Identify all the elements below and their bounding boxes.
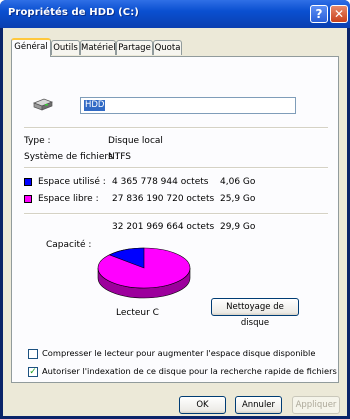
general-panel: HDD Type : Disque local Système de fichi… bbox=[11, 56, 339, 383]
used-space-bytes: 4 365 778 944 octets bbox=[112, 177, 209, 187]
compress-checkbox[interactable] bbox=[28, 349, 38, 359]
filesystem-label: Système de fichiers : bbox=[24, 152, 119, 162]
index-checkbox[interactable]: ✓ bbox=[28, 367, 38, 377]
filesystem-value: NTFS bbox=[108, 152, 131, 162]
tab-hardware[interactable]: Matériel bbox=[80, 40, 116, 55]
index-label: Autoriser l'indexation de ce disque pour… bbox=[42, 366, 337, 376]
tab-quota[interactable]: Quota bbox=[153, 40, 182, 55]
divider bbox=[24, 127, 328, 129]
type-label: Type : bbox=[24, 136, 51, 146]
disk-cleanup-button[interactable]: Nettoyage de disque bbox=[211, 298, 299, 328]
free-space-swatch bbox=[24, 195, 32, 203]
apply-button[interactable]: Appliquer bbox=[292, 396, 340, 414]
close-icon[interactable]: ✕ bbox=[330, 5, 348, 23]
drive-name-input[interactable]: HDD bbox=[80, 97, 296, 114]
divider bbox=[24, 213, 328, 215]
divider bbox=[24, 167, 328, 169]
capacity-size: 29,9 Go bbox=[220, 222, 256, 232]
tab-general[interactable]: Général bbox=[11, 38, 51, 57]
dialog-client: Général Outils Matériel Partage Quota HD… bbox=[3, 28, 347, 416]
drive-name-value: HDD bbox=[84, 100, 106, 111]
capacity-bytes: 32 201 969 664 octets bbox=[112, 222, 215, 232]
capacity-pie-chart bbox=[97, 247, 191, 299]
used-space-label: Espace utilisé : bbox=[38, 177, 106, 187]
cancel-button[interactable]: Annuler bbox=[235, 396, 282, 414]
title-bar[interactable]: Propriétés de HDD (C:) ? ✕ bbox=[0, 0, 350, 28]
type-value: Disque local bbox=[108, 136, 163, 146]
capacity-label: Capacité : bbox=[46, 240, 92, 250]
help-icon[interactable]: ? bbox=[310, 5, 328, 23]
used-space-swatch bbox=[24, 178, 32, 186]
free-space-label: Espace libre : bbox=[38, 194, 99, 204]
free-space-bytes: 27 836 190 720 octets bbox=[112, 194, 215, 204]
disk-cleanup-label: Nettoyage de disque bbox=[226, 302, 284, 328]
window-title: Propriétés de HDD (C:) bbox=[8, 7, 139, 18]
hard-drive-icon bbox=[33, 98, 53, 111]
used-space-size: 4,06 Go bbox=[220, 177, 256, 187]
properties-window: Propriétés de HDD (C:) ? ✕ Général Outil… bbox=[0, 0, 350, 419]
compress-label: Compresser le lecteur pour augmenter l'e… bbox=[42, 348, 316, 358]
ok-button[interactable]: OK bbox=[179, 396, 226, 414]
tab-tools[interactable]: Outils bbox=[51, 40, 80, 55]
drive-label: Lecteur C bbox=[116, 308, 159, 318]
tab-sharing[interactable]: Partage bbox=[116, 40, 153, 55]
free-space-size: 25,9 Go bbox=[220, 194, 256, 204]
